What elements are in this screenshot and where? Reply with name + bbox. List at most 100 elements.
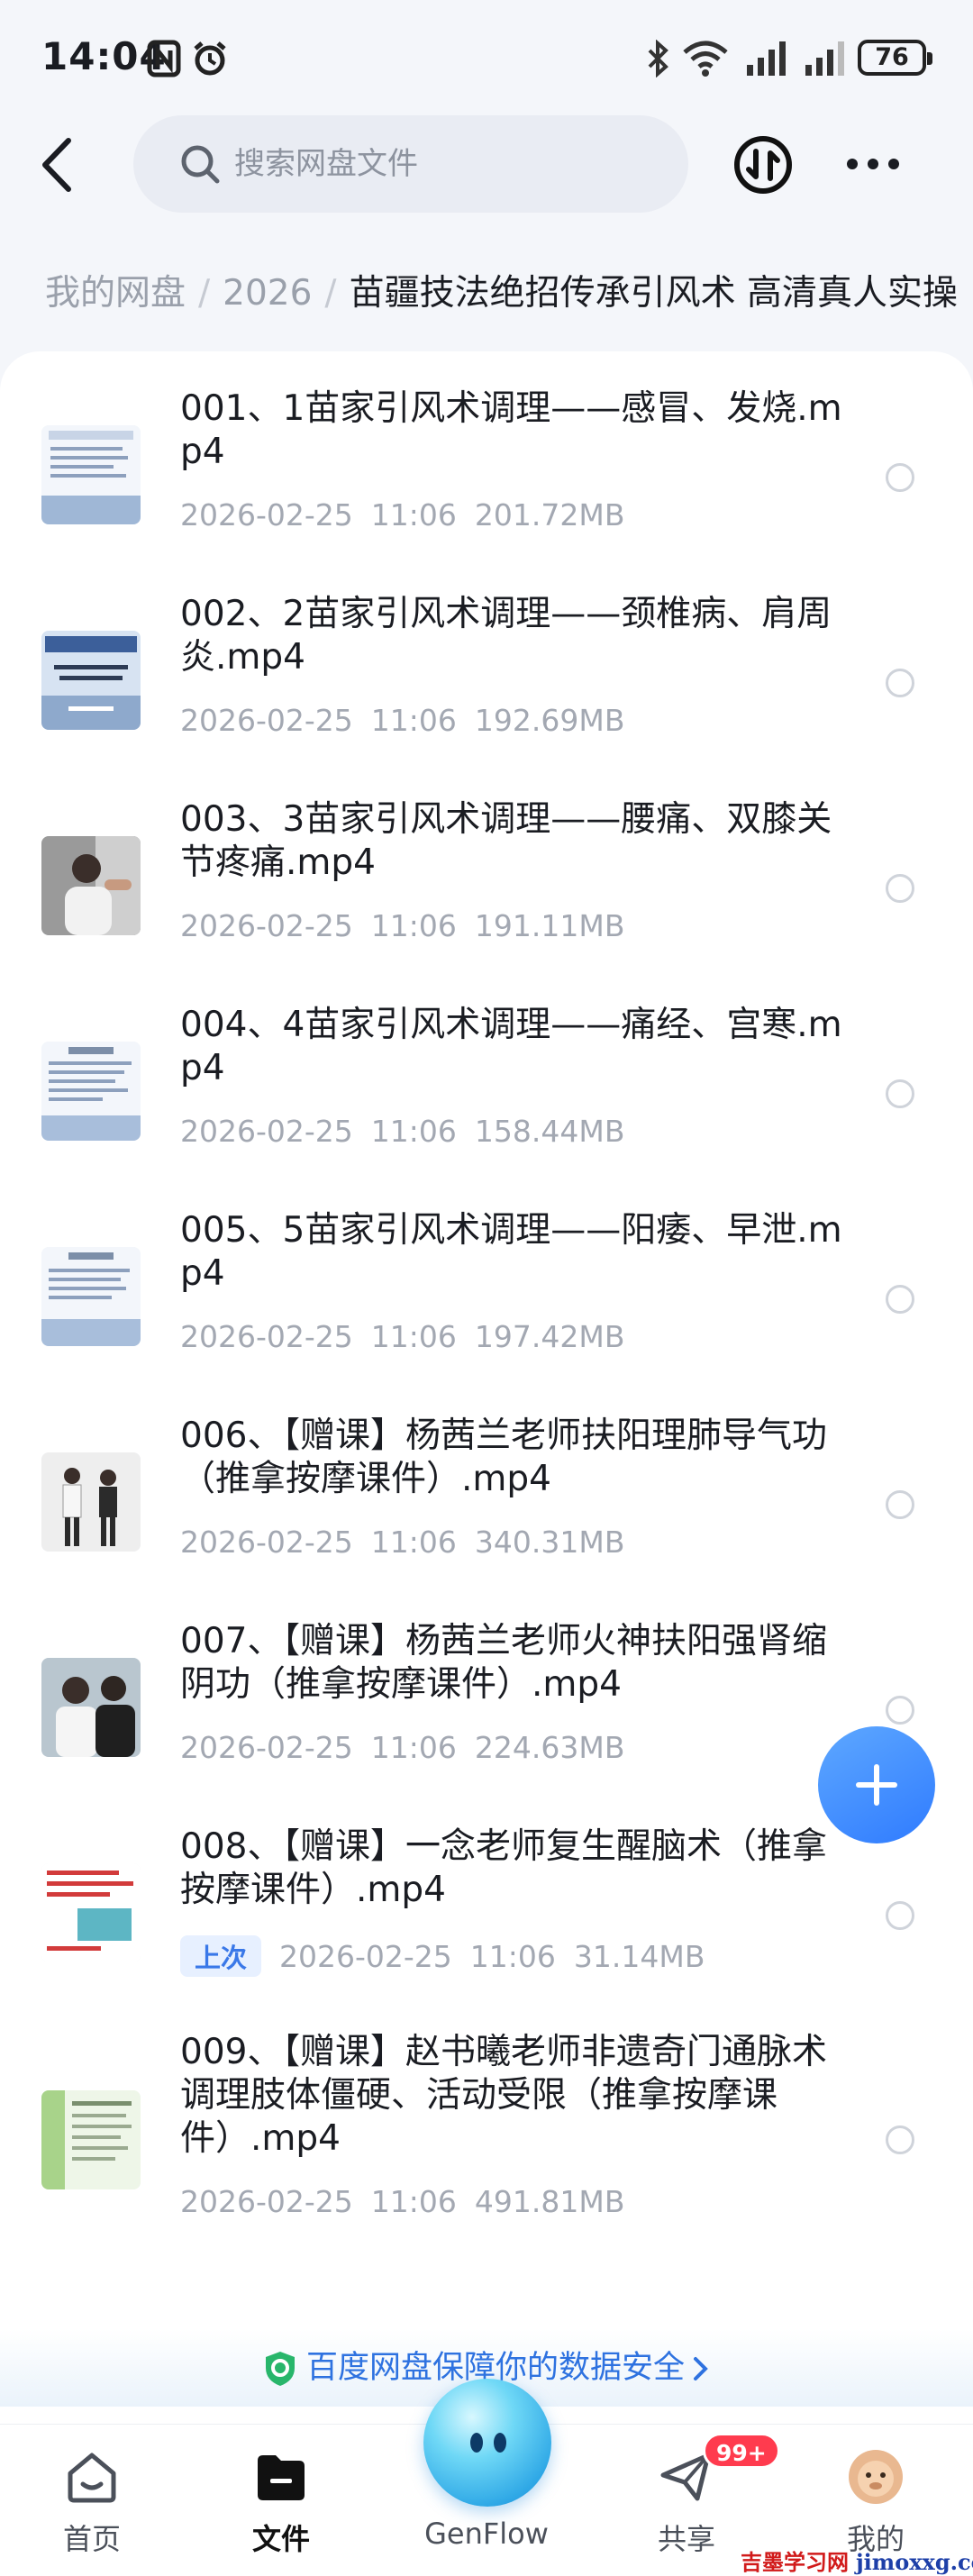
file-meta: 2026-02-25 11:06 192.69MB xyxy=(180,703,642,738)
chevron-right-icon xyxy=(694,2357,708,2380)
file-meta: 2026-02-25 11:06 197.42MB xyxy=(180,1319,642,1354)
select-checkbox[interactable] xyxy=(886,669,914,697)
tab-genflow-label: GenFlow xyxy=(424,2517,549,2551)
watermark-text: 吉墨学习网 xyxy=(741,2549,849,2575)
status-bar: 14:04 76 xyxy=(0,0,973,117)
file-size: 191.11MB xyxy=(474,908,625,943)
file-name: 004、4苗家引风术调理——痛经、宫寒.mp4 xyxy=(180,1005,842,1088)
tab-home[interactable]: 首页 xyxy=(11,2425,173,2576)
shield-icon xyxy=(265,2352,295,2386)
search-bar[interactable] xyxy=(133,115,688,213)
list-item[interactable]: 009、【赠课】赵书曦老师非遗奇门通脉术调理肢体僵硬、活动受限（推拿按摩课件）.… xyxy=(0,2031,973,2256)
file-list: 001、1苗家引风术调理——感冒、发烧.mp4 2026-02-25 11:06 2… xyxy=(0,351,973,2424)
file-time: 11:06 xyxy=(370,1730,457,1765)
watermark-url: jimoxxg.com xyxy=(856,2549,973,2575)
list-item[interactable]: 006、【赠课】杨茜兰老师扶阳理肺导气功（推拿按摩课件）.mp4 2026-02… xyxy=(0,1415,973,1595)
file-time: 11:06 xyxy=(370,703,457,738)
watermark: 吉墨学习网 jimoxxg.com xyxy=(741,2544,973,2576)
file-time: 11:06 xyxy=(370,1114,457,1149)
genflow-eye xyxy=(494,2433,506,2453)
file-time: 11:06 xyxy=(370,1319,457,1354)
file-time: 11:06 xyxy=(370,908,457,943)
video-thumbnail xyxy=(41,1042,141,1141)
breadcrumb-level1[interactable]: 2026 xyxy=(223,273,312,314)
list-item[interactable]: 001、1苗家引风术调理——感冒、发烧.mp4 2026-02-25 11:06 2… xyxy=(0,387,973,568)
file-time: 11:06 xyxy=(370,2184,457,2219)
video-thumbnail xyxy=(41,1658,141,1757)
wifi-icon xyxy=(683,41,728,77)
file-name: 007、【赠课】杨茜兰老师火神扶阳强肾缩阴功（推拿按摩课件）.mp4 xyxy=(180,1621,827,1705)
select-checkbox[interactable] xyxy=(886,1696,914,1725)
file-date: 2026-02-25 xyxy=(180,1114,353,1149)
select-checkbox[interactable] xyxy=(886,2125,914,2154)
file-name: 008、【赠课】一念老师复生醒脑术（推拿按摩课件）.mp4 xyxy=(180,1826,827,1910)
back-icon[interactable] xyxy=(34,133,79,196)
genflow-icon[interactable] xyxy=(423,2379,551,2507)
file-name: 005、5苗家引风术调理——阳痿、早泄.mp4 xyxy=(180,1210,842,1294)
list-item[interactable]: 003、3苗家引风术调理——腰痛、双膝关节疼痛.mp4 2026-02-25 11… xyxy=(0,798,973,979)
file-meta: 2026-02-25 11:06 158.44MB xyxy=(180,1114,642,1149)
file-size: 340.31MB xyxy=(474,1525,625,1560)
select-checkbox[interactable] xyxy=(886,1079,914,1108)
file-date: 2026-02-25 xyxy=(180,908,353,943)
bluetooth-icon xyxy=(648,40,668,77)
file-date: 2026-02-25 xyxy=(180,703,353,738)
file-time: 11:06 xyxy=(370,1525,457,1560)
home-icon xyxy=(68,2453,116,2503)
list-item[interactable]: 008、【赠课】一念老师复生醒脑术（推拿按摩课件）.mp4 上次 2026-02-… xyxy=(0,1825,973,2006)
signal-icon xyxy=(747,41,786,76)
video-thumbnail xyxy=(41,1452,141,1552)
file-size: 31.14MB xyxy=(573,1939,705,1974)
video-thumbnail xyxy=(41,1247,141,1346)
video-thumbnail xyxy=(41,2090,141,2189)
video-thumbnail xyxy=(41,631,141,730)
video-thumbnail xyxy=(41,836,141,935)
avatar-icon xyxy=(849,2450,903,2504)
breadcrumb-root[interactable]: 我的网盘 xyxy=(45,273,186,314)
file-date: 2026-02-25 xyxy=(180,497,353,532)
file-name: 009、【赠课】赵书曦老师非遗奇门通脉术调理肢体僵硬、活动受限（推拿按摩课件）.… xyxy=(180,2032,827,2159)
file-size: 192.69MB xyxy=(474,703,625,738)
file-size: 197.42MB xyxy=(474,1319,625,1354)
file-size: 491.81MB xyxy=(474,2184,625,2219)
file-meta: 2026-02-25 11:06 224.63MB xyxy=(180,1730,642,1765)
select-checkbox[interactable] xyxy=(886,874,914,903)
file-meta: 2026-02-25 11:06 201.72MB xyxy=(180,497,642,532)
file-date: 2026-02-25 xyxy=(279,1939,452,1974)
video-thumbnail xyxy=(41,425,141,524)
tab-files-label: 文件 xyxy=(251,2522,310,2556)
file-size: 201.72MB xyxy=(474,497,625,532)
file-name: 001、1苗家引风术调理——感冒、发烧.mp4 xyxy=(180,388,842,472)
file-size: 158.44MB xyxy=(474,1114,625,1149)
breadcrumb-current: 苗疆技法绝招传承引风术 高清真人实操 xyxy=(349,273,958,314)
select-checkbox[interactable] xyxy=(886,1285,914,1314)
file-name: 006、【赠课】杨茜兰老师扶阳理肺导气功（推拿按摩课件）.mp4 xyxy=(180,1415,827,1499)
file-name: 002、2苗家引风术调理——颈椎病、肩周炎.mp4 xyxy=(180,594,832,678)
select-checkbox[interactable] xyxy=(886,1901,914,1930)
breadcrumb: 我的网盘 / 2026 / 苗疆技法绝招传承引风术 高清真人实操 xyxy=(45,267,973,321)
file-time: 11:06 xyxy=(469,1939,556,1974)
select-checkbox[interactable] xyxy=(886,463,914,492)
search-input[interactable] xyxy=(234,133,658,195)
file-meta: 2026-02-25 11:06 340.31MB xyxy=(180,1525,642,1560)
file-size: 224.63MB xyxy=(474,1730,625,1765)
file-date: 2026-02-25 xyxy=(180,1525,353,1560)
select-checkbox[interactable] xyxy=(886,1490,914,1519)
file-name: 003、3苗家引风术调理——腰痛、双膝关节疼痛.mp4 xyxy=(180,799,832,883)
transfer-icon[interactable] xyxy=(733,135,793,195)
genflow-eye xyxy=(470,2433,483,2453)
list-item[interactable]: 004、4苗家引风术调理——痛经、宫寒.mp4 2026-02-25 11:06 1… xyxy=(0,1004,973,1184)
video-thumbnail xyxy=(41,1863,141,1962)
share-count-badge: 99+ xyxy=(703,2433,780,2469)
file-date: 2026-02-25 xyxy=(180,1319,353,1354)
folder-icon xyxy=(258,2455,305,2500)
list-item[interactable]: 005、5苗家引风术调理——阳痿、早泄.mp4 2026-02-25 11:06 1… xyxy=(0,1209,973,1389)
signal-icon xyxy=(805,41,844,76)
add-fab-button[interactable] xyxy=(818,1726,935,1843)
tab-files[interactable]: 文件 xyxy=(200,2425,362,2576)
file-meta: 2026-02-25 11:06 191.11MB xyxy=(180,908,642,943)
more-icon[interactable] xyxy=(843,146,903,182)
tab-home-label: 首页 xyxy=(62,2522,121,2556)
list-item[interactable]: 002、2苗家引风术调理——颈椎病、肩周炎.mp4 2026-02-25 11:0… xyxy=(0,593,973,773)
breadcrumb-separator: / xyxy=(324,273,337,314)
